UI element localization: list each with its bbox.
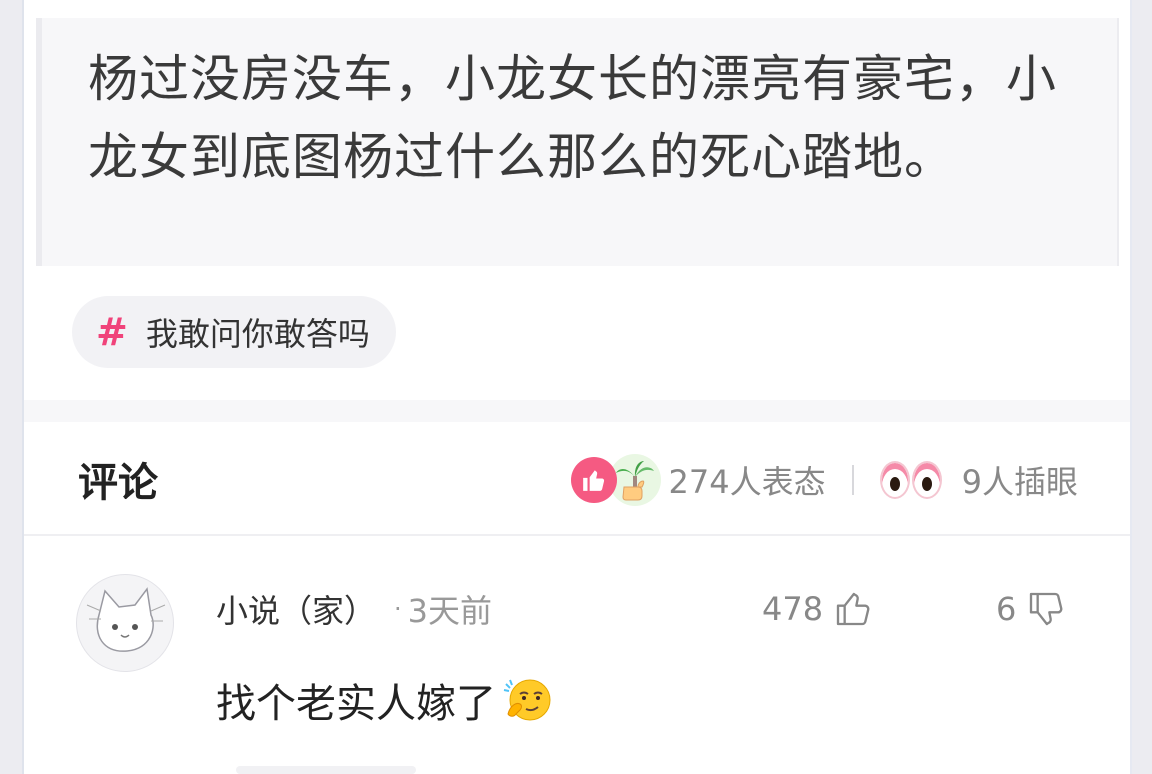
question-block: 杨过没房没车，小龙女长的漂亮有豪宅，小龙女到底图杨过什么那么的死心踏地。	[36, 18, 1119, 266]
like-count: 478	[762, 590, 824, 628]
comment-header: 小说（家） · 3天前	[216, 584, 492, 634]
reactions-bar[interactable]: 274人表态 9人插眼	[570, 450, 1078, 510]
topic-tag[interactable]: # 我敢问你敢答吗	[72, 296, 396, 368]
thumbs-up-icon	[570, 457, 617, 503]
screen-background: 杨过没房没车，小龙女长的漂亮有豪宅，小龙女到底图杨过什么那么的死心踏地。 # 我…	[0, 0, 1152, 774]
next-comment-placeholder	[236, 766, 416, 774]
question-text: 杨过没房没车，小龙女长的漂亮有豪宅，小龙女到底图杨过什么那么的死心踏地。	[88, 50, 1057, 186]
right-eye	[911, 461, 942, 499]
topic-label: 我敢问你敢答吗	[145, 315, 370, 353]
reactions-separator	[851, 465, 854, 495]
comment-body: 找个老实人嫁了	[216, 670, 552, 730]
reactions-count: 274人表态	[668, 463, 826, 501]
hashtag-icon: #	[96, 310, 128, 354]
like-button[interactable]: 478	[762, 584, 873, 634]
section-divider	[24, 400, 1130, 422]
avatar[interactable]	[76, 574, 174, 672]
meta-separator: ·	[394, 595, 402, 623]
header-divider	[24, 534, 1130, 536]
dislike-count: 6	[996, 590, 1017, 628]
dislike-button[interactable]: 6	[996, 584, 1066, 634]
comment-author[interactable]: 小说（家）	[216, 586, 376, 632]
comments-title: 评论	[78, 460, 158, 506]
answer-panel: 杨过没房没车，小龙女长的漂亮有豪宅，小龙女到底图杨过什么那么的死心踏地。 # 我…	[22, 0, 1132, 774]
watchers-count: 9人插眼	[961, 463, 1078, 501]
thumbs-up-outline-icon	[836, 592, 870, 626]
thumbs-down-outline-icon	[1030, 592, 1063, 626]
comment-text: 找个老实人嫁了	[216, 681, 496, 727]
eyes-icon	[879, 461, 944, 499]
left-eye	[879, 461, 910, 499]
smirk-emoji-icon	[503, 679, 551, 721]
comment-time: 3天前	[407, 592, 493, 630]
